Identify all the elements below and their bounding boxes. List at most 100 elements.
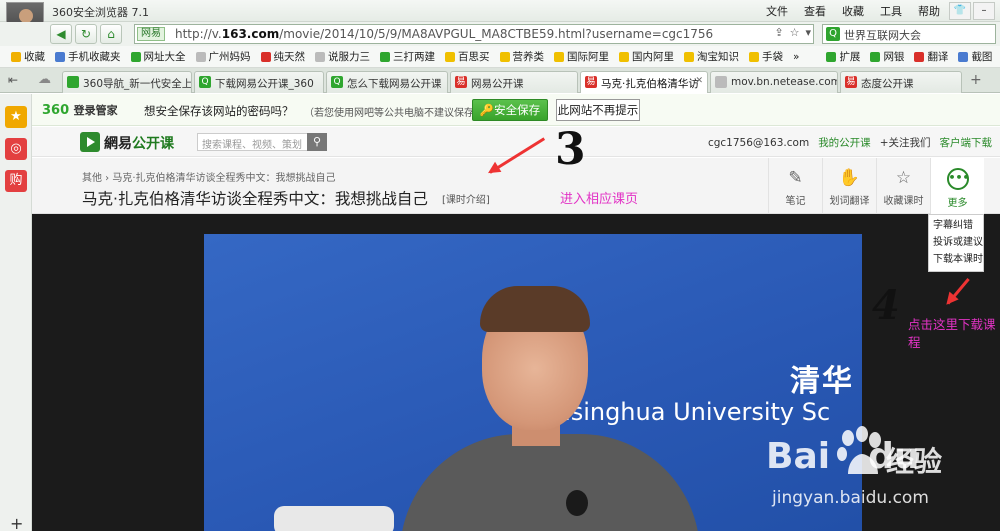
star-icon[interactable]: ☆ — [790, 26, 800, 39]
sidebar-toggle-icon[interactable]: ⇤ — [8, 73, 18, 87]
search-icon[interactable]: ⚲ — [307, 133, 327, 151]
bookmark-item[interactable]: 手袋 — [749, 49, 783, 64]
search-box[interactable]: Q 世界互联网大会 — [822, 24, 996, 44]
follow-us-link[interactable]: +关注我们 — [880, 135, 931, 150]
key-icon: 🔑 — [479, 103, 495, 117]
site-logo[interactable]: 網易公开课 — [104, 133, 174, 153]
minimize-button[interactable]: – — [973, 2, 995, 20]
bookmark-item[interactable]: 纯天然 — [260, 49, 305, 64]
tab[interactable]: mov.bn.netease.com — [710, 71, 838, 93]
menu-favorites[interactable]: 收藏 — [842, 3, 864, 19]
never-prompt-button[interactable]: 此网站不再提示 — [556, 99, 640, 121]
bookmark-item[interactable]: 百思买 — [445, 49, 490, 64]
url-text[interactable]: http://v.163.com/movie/2014/10/5/9/MA8AV… — [175, 27, 713, 41]
annotation-step3-number: 3 — [555, 124, 586, 175]
back-button[interactable]: ◀ — [50, 24, 72, 44]
address-bar[interactable]: 网易 http://v.163.com/movie/2014/10/5/9/MA… — [134, 24, 814, 44]
browser-title: 360安全浏览器 7.1 — [52, 6, 149, 19]
favorite-lesson-button[interactable]: ☆ 收藏课时 — [876, 158, 930, 214]
bookmark-item[interactable]: 网址大全 — [130, 49, 186, 64]
my-courses-link[interactable]: 我的公开课 — [818, 135, 871, 150]
speaker-body — [400, 434, 700, 531]
microphone-icon — [566, 490, 588, 516]
bookmark-item[interactable]: 三打两建 — [380, 49, 435, 64]
bookmark-item[interactable]: 广州妈妈 — [195, 49, 251, 64]
menu-help[interactable]: 帮助 — [918, 3, 940, 19]
skin-icon[interactable]: 👕 — [949, 2, 971, 20]
baidu-watermark: Bai du 经验 jingyan.baidu.com — [762, 426, 994, 526]
netbank-button[interactable]: 网银 — [870, 49, 904, 64]
tab-favicon-icon: Q — [199, 76, 211, 88]
tab-favicon-icon: 易 — [455, 76, 467, 88]
speaker-hair — [480, 286, 590, 332]
bookmark-item[interactable]: 淘宝知识 — [684, 49, 739, 64]
bookmark-item[interactable]: 国内阿里 — [619, 49, 674, 64]
left-sidebar: ★ ◎ 购 + — [0, 94, 32, 531]
tab-active[interactable]: 易马克·扎克伯格清华访 ✕ — [580, 71, 708, 93]
home-button[interactable]: ⌂ — [100, 24, 122, 44]
bookmark-item[interactable]: 营养类 — [499, 49, 544, 64]
tab-favicon-icon — [67, 76, 79, 88]
user-email[interactable]: cgc1756@163.com — [708, 137, 809, 149]
refresh-button[interactable]: ↻ — [75, 24, 97, 44]
client-download-link[interactable]: 客户端下载 — [940, 135, 993, 150]
favorites-star-icon[interactable]: ★ — [5, 106, 27, 128]
more-icon: ••• — [946, 168, 970, 190]
dropdown-icon[interactable]: ▾ — [805, 26, 811, 39]
annotation-step3-text: 进入相应课页 — [560, 192, 639, 207]
close-tab-icon[interactable]: ✕ — [695, 76, 703, 86]
menu-item-subtitle-fix[interactable]: 字幕纠错 — [929, 217, 983, 234]
new-tab-icon[interactable]: + — [970, 72, 982, 88]
search-engine-icon[interactable]: Q — [826, 27, 840, 41]
add-sidebar-icon[interactable]: + — [10, 514, 23, 531]
save-password-button[interactable]: 🔑安全保存 — [472, 99, 548, 121]
watermark-cn: 经验 — [886, 445, 943, 478]
tab[interactable]: 360导航_新一代安全上 — [62, 71, 192, 93]
menu-tools[interactable]: 工具 — [880, 3, 902, 19]
screenshot-button[interactable]: 截图 — [958, 49, 992, 64]
tab-favicon-icon: Q — [331, 76, 343, 88]
open-course-logo-icon[interactable] — [80, 132, 100, 152]
tab[interactable]: 易态度公开课 — [840, 71, 962, 93]
translate-word-button[interactable]: ✋ 划词翻译 — [822, 158, 876, 214]
bookmark-item[interactable]: 手机收藏夹 — [55, 49, 121, 64]
share-icon[interactable]: ⇪ — [774, 26, 783, 39]
annotation-step4-number: 4 — [872, 282, 900, 329]
tab-favicon-icon — [715, 76, 727, 88]
menu-item-download-lesson[interactable]: 下载本课时 — [929, 251, 983, 268]
login-manager-logo: 360 登录管家 — [42, 103, 118, 118]
address-actions: ⇪ ☆ ▾ — [768, 26, 811, 39]
site-tag: 网易 — [137, 27, 165, 41]
password-note: （若您使用网吧等公共电脑不建议保存） — [304, 108, 484, 119]
bookmark-item[interactable]: 收藏 — [11, 49, 45, 64]
bookmark-item[interactable]: 国际阿里 — [554, 49, 609, 64]
baidu-paw-icon — [837, 426, 881, 474]
extensions-button[interactable]: 扩展 — [826, 49, 860, 64]
bookmark-item[interactable]: 说服力三 — [315, 49, 370, 64]
tab[interactable]: Q 怎么下载网易公开课 — [326, 71, 448, 93]
star-icon: ☆ — [895, 168, 912, 188]
more-bookmarks-icon[interactable]: » — [793, 51, 799, 63]
password-question: 想安全保存该网站的密码吗？ — [144, 104, 294, 118]
shopping-icon[interactable]: 购 — [5, 170, 27, 192]
tab-favicon-icon: 易 — [845, 76, 857, 88]
course-header: 其他 › 马克·扎克伯格清华访谈全程秀中文：我想挑战自己 马克·扎克伯格清华访谈… — [32, 158, 1000, 214]
menu-item-feedback[interactable]: 投诉或建议 — [929, 234, 983, 251]
search-input[interactable]: 世界互联网大会 — [844, 27, 921, 43]
menu-view[interactable]: 查看 — [804, 3, 826, 19]
translate-icon: ✋ — [838, 168, 861, 188]
breadcrumb[interactable]: 其他 › 马克·扎克伯格清华访谈全程秀中文：我想挑战自己 — [82, 169, 336, 184]
video-banner-cn: 清华 — [790, 364, 854, 399]
cloud-icon[interactable]: ☁ — [38, 72, 51, 87]
more-button[interactable]: ••• 更多 — [930, 158, 984, 214]
tab[interactable]: Q 下载网易公开课_360 — [194, 71, 324, 93]
video-banner-en: Tsinghua University Sc — [560, 398, 831, 426]
page-title: 马克·扎克伯格清华访谈全程秀中文：我想挑战自己 — [82, 190, 428, 208]
notes-button[interactable]: ✎ 笔记 — [768, 158, 822, 214]
weibo-icon[interactable]: ◎ — [5, 138, 27, 160]
site-header: 網易公开课 搜索课程、视频、策划 ⚲ cgc1756@163.com 我的公开课… — [32, 127, 1000, 157]
menu-file[interactable]: 文件 — [766, 3, 788, 19]
course-intro-link[interactable]: [课时介绍] — [442, 191, 490, 206]
tab[interactable]: 易网易公开课 — [450, 71, 578, 93]
translate-button[interactable]: 翻译 — [914, 49, 948, 64]
